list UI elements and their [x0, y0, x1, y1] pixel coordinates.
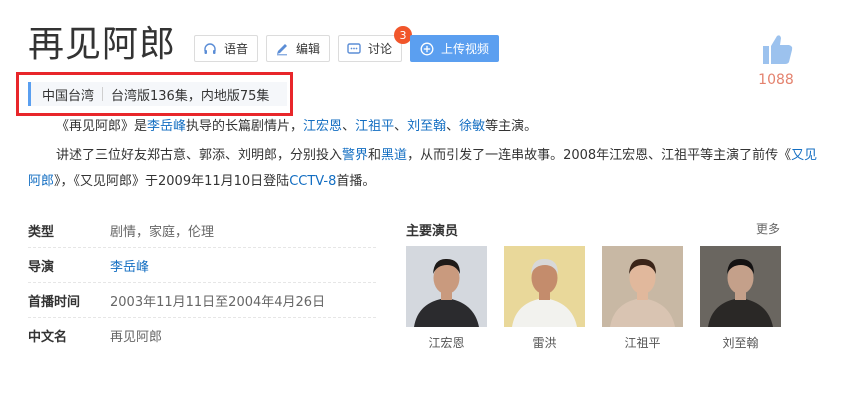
voice-label: 语音: [224, 42, 249, 56]
actors-more-link[interactable]: 更多: [756, 220, 780, 237]
intro-link[interactable]: 李岳峰: [147, 119, 186, 134]
summary-region: 中国台湾: [42, 88, 95, 104]
comment-icon: [347, 42, 361, 56]
intro-link[interactable]: 江祖平: [355, 119, 394, 134]
page-title: 再见阿郎: [28, 24, 177, 65]
intro-text: 、: [342, 119, 356, 134]
intro-text: 执导的长篇剧情片，: [186, 119, 304, 134]
intro-link[interactable]: 徐敏: [459, 119, 485, 134]
info-key: 导演: [28, 259, 55, 275]
intro-link[interactable]: 警界: [342, 148, 368, 163]
actor-card[interactable]: 江祖平: [602, 246, 683, 351]
actors-list: 江宏恩 雷洪 江祖平 刘至翰: [406, 246, 781, 351]
info-value: 剧情，家庭，伦理: [110, 224, 215, 240]
like-button[interactable]: [752, 33, 802, 71]
actor-name: 江祖平: [624, 336, 661, 350]
intro-paragraph-1: 《再见阿郎》是李岳峰执导的长篇剧情片，江宏恩、江祖平、刘至翰、徐敏等主演。: [28, 114, 818, 140]
info-value: 再见阿郎: [110, 330, 163, 345]
actor-card[interactable]: 江宏恩: [406, 246, 487, 351]
intro-link[interactable]: CCTV-8: [289, 174, 336, 189]
intro-link[interactable]: 黑道: [381, 148, 407, 163]
voice-button[interactable]: 语音: [194, 35, 259, 62]
info-key: 中文名: [28, 330, 68, 345]
discuss-button[interactable]: 讨论 3: [338, 26, 413, 62]
plus-circle-icon: [420, 42, 434, 56]
discuss-label: 讨论: [368, 42, 393, 56]
upload-video-label: 上传视频: [441, 42, 490, 56]
intro-text: 》，《又见阿郎》于2009年11月10日登陆: [54, 174, 290, 189]
actor-photo: [504, 246, 585, 327]
summary-bar: 中国台湾 台湾版136集，内地版75集: [28, 82, 287, 106]
actor-card[interactable]: 雷洪: [504, 246, 585, 351]
summary-episodes: 台湾版136集，内地版75集: [111, 88, 270, 104]
info-key: 首播时间: [28, 294, 81, 310]
actor-name: 江宏恩: [428, 336, 465, 350]
intro-text: 讲述了三位好友郑古意、郭添、刘明郎，分别投入: [56, 148, 343, 163]
intro-text: 、: [394, 119, 408, 134]
info-key: 类型: [28, 224, 55, 240]
upload-video-button[interactable]: 上传视频: [410, 35, 500, 62]
info-row: 导演 李岳峰: [28, 248, 376, 283]
intro-text: ，从而引发了一连串故事。2008年江宏恩、江祖平等主演了前传《: [407, 148, 792, 163]
actor-name: 刘至翰: [722, 336, 759, 350]
intro-link[interactable]: 刘至翰: [407, 119, 446, 134]
intro-text: 《再见阿郎》是: [56, 119, 148, 134]
actors-section-title: 主要演员: [406, 224, 459, 239]
info-value-link[interactable]: 李岳峰: [110, 256, 149, 275]
info-row: 类型 剧情，家庭，伦理: [28, 213, 376, 248]
actor-photo: [406, 246, 487, 327]
edit-button[interactable]: 编辑: [266, 35, 331, 62]
intro-text: 、: [446, 119, 460, 134]
actor-card[interactable]: 刘至翰: [700, 246, 781, 351]
like-count: 1088: [758, 72, 794, 88]
intro-text: 首播。: [336, 174, 376, 189]
thumbs-up-icon: [763, 35, 793, 64]
basic-info-list: 类型 剧情，家庭，伦理导演 李岳峰首播时间 2003年11月11日至2004年4月26…: [28, 213, 376, 353]
intro-text: 等主演。: [485, 119, 538, 134]
toolbar: 语音 编辑 讨论 3 上传视频: [194, 26, 500, 62]
info-row: 中文名 再见阿郎: [28, 318, 376, 353]
summary-divider: [102, 87, 104, 101]
info-value: 2003年11月11日至2004年4月26日: [110, 294, 326, 310]
edit-label: 编辑: [296, 42, 321, 56]
intro-link[interactable]: 江宏恩: [303, 119, 342, 134]
info-row: 首播时间 2003年11月11日至2004年4月26日: [28, 283, 376, 318]
actor-name: 雷洪: [532, 336, 557, 350]
intro-paragraph-2: 讲述了三位好友郑古意、郭添、刘明郎，分别投入警界和黑道，从而引发了一连串故事。2…: [28, 143, 818, 195]
pencil-icon: [275, 42, 289, 56]
actor-photo: [602, 246, 683, 327]
actor-photo: [700, 246, 781, 327]
intro-text: 和: [368, 148, 382, 163]
headphones-icon: [203, 42, 217, 56]
